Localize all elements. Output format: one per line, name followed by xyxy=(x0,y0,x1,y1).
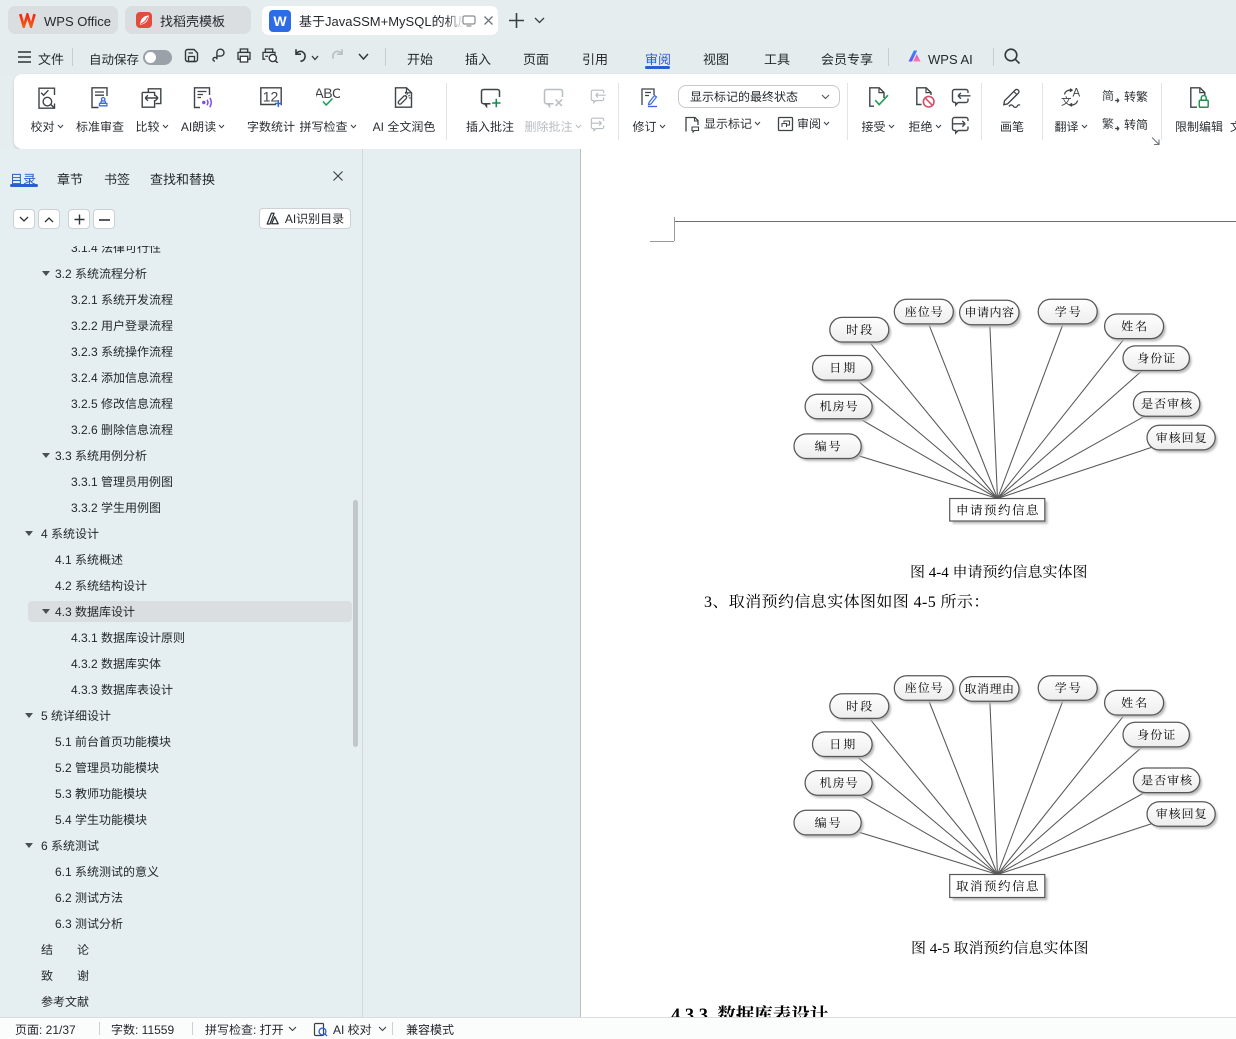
svg-text:编号: 编号 xyxy=(815,437,843,454)
svg-text:是否审核: 是否审核 xyxy=(1141,395,1193,412)
svg-text:日期: 日期 xyxy=(829,359,857,376)
svg-text:身份证: 身份证 xyxy=(1137,726,1176,743)
svg-text:审核回复: 审核回复 xyxy=(1156,805,1208,822)
svg-text:是否审核: 是否审核 xyxy=(1141,772,1193,789)
svg-text:姓名: 姓名 xyxy=(1121,318,1149,335)
svg-text:日期: 日期 xyxy=(829,735,857,752)
svg-text:姓名: 姓名 xyxy=(1121,694,1149,711)
svg-text:座位号: 座位号 xyxy=(905,303,944,320)
svg-text:时段: 时段 xyxy=(846,697,874,714)
svg-text:审核回复: 审核回复 xyxy=(1156,429,1208,446)
svg-text:身份证: 身份证 xyxy=(1137,349,1176,366)
svg-text:A: A xyxy=(1073,88,1081,100)
svg-text:座位号: 座位号 xyxy=(905,679,944,696)
svg-text:取消预约信息: 取消预约信息 xyxy=(956,877,1040,895)
svg-text:简: 简 xyxy=(1102,88,1114,104)
svg-text:机房号: 机房号 xyxy=(820,398,859,415)
svg-text:编号: 编号 xyxy=(815,814,843,831)
svg-text:文: 文 xyxy=(1061,94,1072,109)
svg-text:机房号: 机房号 xyxy=(820,774,859,791)
svg-text:ABC: ABC xyxy=(316,87,340,101)
svg-text:繁: 繁 xyxy=(1102,116,1114,132)
svg-text:时段: 时段 xyxy=(846,321,874,338)
svg-text:申请预约信息: 申请预约信息 xyxy=(956,500,1040,518)
svg-text:学号: 学号 xyxy=(1055,303,1083,320)
svg-text:12: 12 xyxy=(263,89,279,105)
svg-text:申请内容: 申请内容 xyxy=(965,304,1015,321)
svg-text:取消理由: 取消理由 xyxy=(965,680,1015,697)
svg-text:学号: 学号 xyxy=(1055,679,1083,696)
